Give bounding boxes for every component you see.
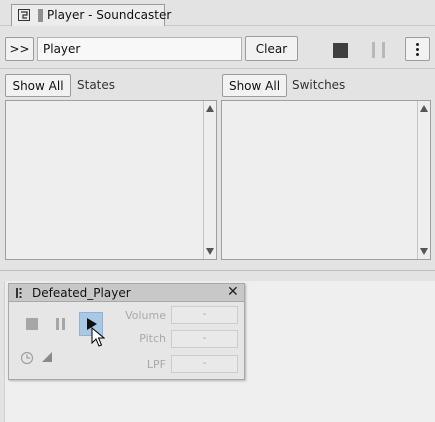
expand-button[interactable]: >> [5,37,34,61]
pause-icon [372,42,375,58]
pane-splitter[interactable] [0,270,435,271]
clear-button[interactable]: Clear [245,36,298,61]
stop-all-button[interactable] [331,41,349,59]
switches-title: Switches [292,78,346,92]
player-pause-button[interactable] [55,318,67,330]
player-panel[interactable]: Defeated_Player ✕ Volume - Pitch - LPF - [8,283,245,380]
states-list[interactable] [5,100,217,260]
mouse-cursor-icon [91,327,105,347]
search-input[interactable]: Player [37,37,242,61]
scroll-up-icon[interactable] [420,105,428,112]
volume-field[interactable]: - [171,306,238,324]
switches-list[interactable] [221,100,431,260]
volume-label: Volume [125,309,166,322]
timer-icon[interactable] [20,351,34,365]
toolbar-divider [0,68,435,69]
tab-player-soundcaster[interactable]: Player - Soundcaster [11,4,171,26]
drag-grip-icon [38,9,43,22]
tab-strip: Player - Soundcaster [0,0,435,26]
states-scrollbar[interactable] [203,101,216,259]
lpf-label: LPF [146,358,166,371]
scroll-down-icon[interactable] [420,248,428,255]
stop-icon [332,42,348,58]
scroll-down-icon[interactable] [206,248,214,255]
states-show-all-button[interactable]: Show All [5,74,71,97]
pitch-label: Pitch [139,332,166,345]
player-stop-button[interactable] [26,318,38,330]
more-options-button[interactable] [405,37,430,61]
soundcaster-icon [18,9,30,21]
scroll-up-icon[interactable] [206,105,214,112]
pause-icon [56,318,59,330]
more-dot [416,47,419,51]
pause-icon-bar [382,42,385,58]
lpf-field[interactable]: - [171,355,238,373]
close-icon[interactable]: ✕ [227,284,239,300]
pause-icon-bar [62,318,65,330]
player-name: Defeated_Player [32,286,131,300]
more-dots-icon [416,42,419,46]
pitch-field[interactable]: - [171,330,238,348]
states-title: States [77,78,116,92]
pause-all-button[interactable] [369,40,389,60]
player-panel-titlebar[interactable]: Defeated_Player ✕ [9,284,244,302]
corner-triangle-icon[interactable] [42,352,52,362]
more-dot [416,52,419,56]
tab-title: Player - Soundcaster [47,8,172,22]
switches-show-all-button[interactable]: Show All [222,74,287,97]
grip-icon [16,288,22,298]
switches-scrollbar[interactable] [417,101,430,259]
